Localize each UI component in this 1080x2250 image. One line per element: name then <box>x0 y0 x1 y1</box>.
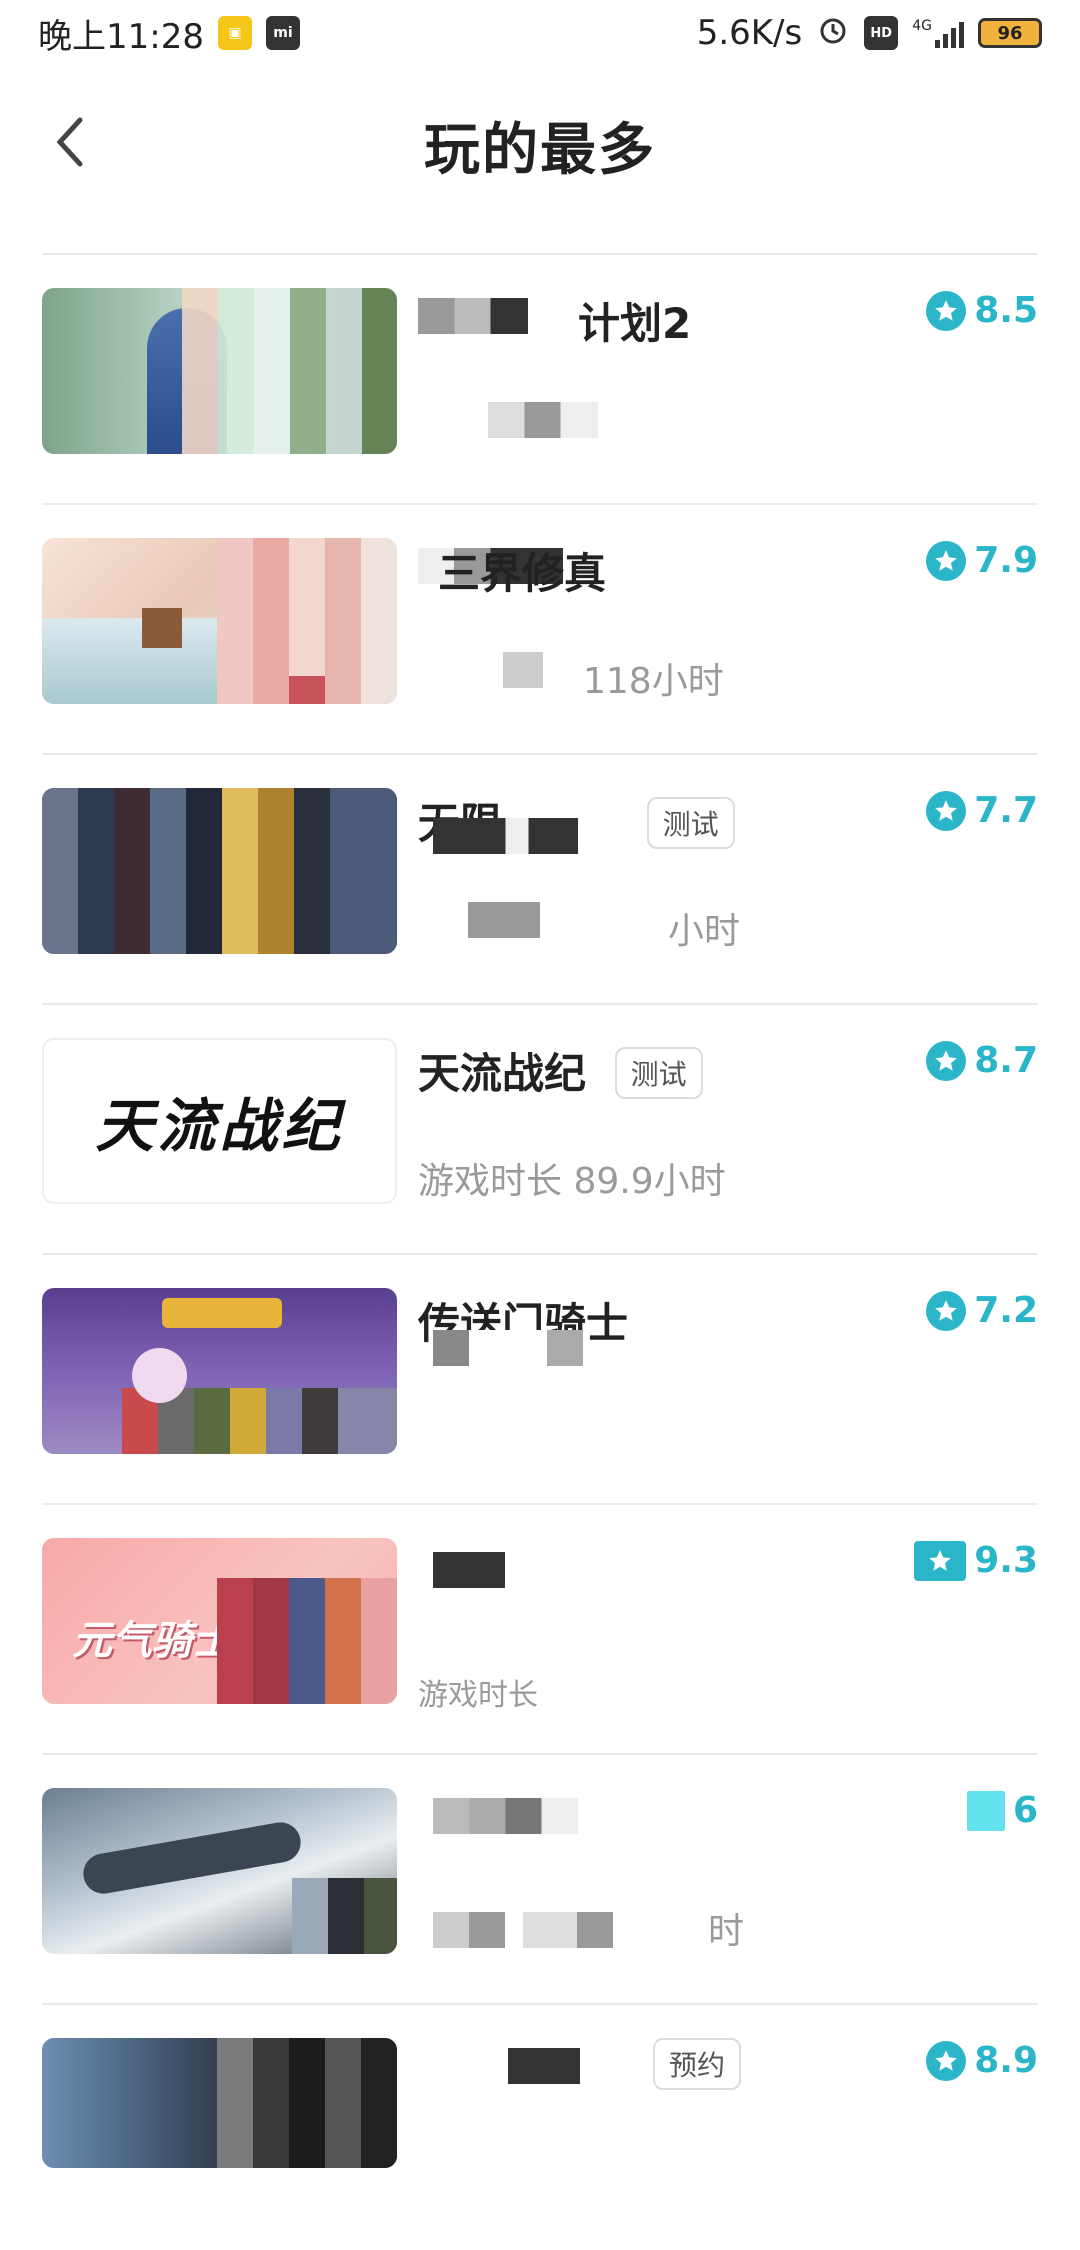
game-rating: 8.5 <box>926 290 1038 331</box>
game-rating: 7.2 <box>926 1290 1038 1331</box>
star-icon <box>926 1290 967 1331</box>
game-thumbnail: 天流战纪 <box>42 1038 397 1204</box>
star-icon <box>926 540 967 581</box>
list-item[interactable]: 三界修真 118小时 7.9 <box>0 500 1080 750</box>
game-playtime: 游戏时长 89.9小时 <box>418 1161 726 1202</box>
game-playtime: 游戏时长 <box>418 1678 538 1713</box>
rating-value: 7.2 <box>974 1290 1038 1331</box>
game-rating: 7.9 <box>926 540 1038 581</box>
star-icon <box>926 290 967 331</box>
game-name: 三界修真 <box>418 540 606 601</box>
battery-saver-icon: ▣ <box>217 16 252 50</box>
game-rating: 7.7 <box>926 790 1038 831</box>
thumbnail-logo-text: 元气骑士 <box>72 1618 232 1664</box>
alarm-icon <box>816 12 850 55</box>
game-playtime: 小时 <box>418 902 740 954</box>
list-item[interactable]: 时 6 <box>0 1750 1080 2000</box>
list-item[interactable]: 传送门骑士 7.2 <box>0 1250 1080 1500</box>
battery-level: 96 <box>997 22 1023 44</box>
reserve-badge: 预约 <box>653 2037 742 2090</box>
game-thumbnail <box>42 288 397 454</box>
list-item[interactable]: 预约 8.9 <box>0 2000 1080 2250</box>
game-rating: 8.9 <box>926 2040 1038 2081</box>
game-name: 无限 测试 <box>418 790 735 854</box>
back-button[interactable] <box>40 112 100 172</box>
game-playtime: 118小时 <box>418 652 724 704</box>
network-speed: 5.6K/s <box>696 13 803 53</box>
game-thumbnail <box>42 1288 397 1454</box>
chevron-left-icon <box>56 117 83 167</box>
star-icon <box>966 1790 1005 1831</box>
rating-value: 7.9 <box>974 540 1038 581</box>
header: 玩的最多 <box>0 90 1080 200</box>
game-thumbnail <box>42 2038 397 2168</box>
rating-value: 6 <box>1012 1790 1038 1831</box>
star-icon <box>914 1540 967 1581</box>
star-icon <box>926 790 967 831</box>
game-name: 计划2 <box>418 290 691 351</box>
rating-value: 8.9 <box>974 2040 1038 2081</box>
rating-value: 9.3 <box>974 1540 1038 1581</box>
game-rating: 6 <box>966 1790 1038 1831</box>
game-thumbnail <box>42 538 397 704</box>
mi-icon: mi <box>265 16 300 50</box>
star-icon <box>926 2040 967 2081</box>
thumbnail-logo-text: 天流战纪 <box>95 1092 344 1160</box>
time: 晚上11:28 <box>38 16 204 57</box>
page-title: 玩的最多 <box>424 117 656 183</box>
game-playtime: 时 <box>418 1902 744 1954</box>
star-icon <box>926 1040 967 1081</box>
list-item[interactable]: 计划2 8.5 <box>0 250 1080 500</box>
game-name: 传送门骑士 <box>418 1290 628 1366</box>
status-bar: 晚上11:28 ▣ mi 5.6K/s HD 4G 96 <box>0 0 1080 66</box>
battery-icon: 96 <box>978 18 1042 48</box>
game-rating: 8.7 <box>926 1040 1038 1081</box>
list-item[interactable]: 天流战纪 天流战纪 测试 游戏时长 89.9小时 8.7 <box>0 1000 1080 1250</box>
game-thumbnail <box>42 788 397 954</box>
rating-value: 8.7 <box>974 1040 1038 1081</box>
network-type: 4G <box>912 18 932 34</box>
game-thumbnail: 元气骑士 <box>42 1538 397 1704</box>
rating-value: 8.5 <box>974 290 1038 331</box>
game-name: 预约 <box>418 2037 742 2094</box>
test-badge: 测试 <box>646 796 735 849</box>
rating-value: 7.7 <box>974 790 1038 831</box>
test-badge: 测试 <box>614 1046 703 1099</box>
game-name: 天流战纪 测试 <box>418 1040 703 1103</box>
list-item[interactable]: 元气骑士 游戏时长 9.3 <box>0 1500 1080 1750</box>
status-left: 晚上11:28 ▣ mi <box>38 9 300 58</box>
game-rating: 9.3 <box>914 1540 1038 1581</box>
hd-icon: HD <box>864 16 899 50</box>
game-thumbnail <box>42 1788 397 1954</box>
status-right: 5.6K/s HD 4G 96 <box>697 12 1042 55</box>
signal-icon: 4G <box>912 18 964 48</box>
list-item[interactable]: 无限 测试 小时 7.7 <box>0 750 1080 1000</box>
